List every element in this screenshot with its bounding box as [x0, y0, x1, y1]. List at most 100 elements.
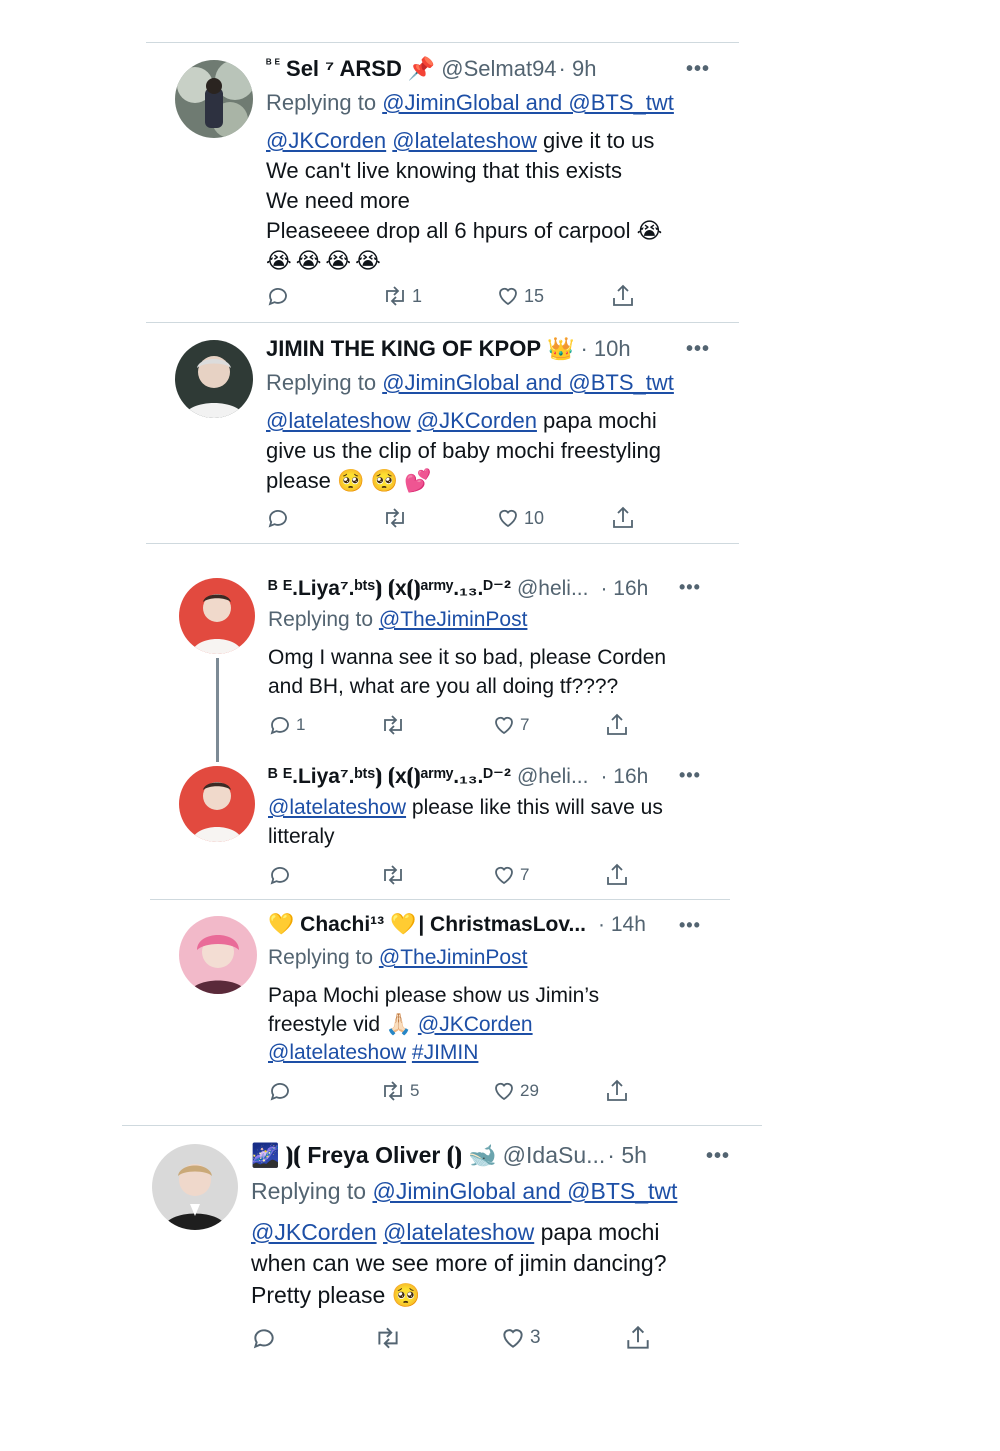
- share-button[interactable]: [610, 505, 636, 531]
- like-button[interactable]: 7: [492, 713, 529, 737]
- reply-button[interactable]: [268, 1079, 296, 1103]
- reply-icon: [268, 288, 287, 306]
- whale-icon: 🐋: [468, 1142, 497, 1168]
- more-icon[interactable]: •••: [679, 577, 701, 598]
- avatar[interactable]: [175, 60, 253, 138]
- more-icon[interactable]: •••: [679, 915, 701, 936]
- mention-link[interactable]: @latelateshow: [266, 408, 411, 433]
- retweet-button[interactable]: [374, 1325, 406, 1351]
- more-icon[interactable]: •••: [679, 765, 701, 786]
- mention-link[interactable]: @JKCorden: [266, 128, 386, 153]
- reply-targets-link[interactable]: @JiminGlobal and @BTS_twt: [372, 1178, 677, 1204]
- tweet-text: @JKCorden @latelateshow papa mochi when …: [251, 1217, 667, 1311]
- handle[interactable]: @IdaSu...: [503, 1142, 606, 1169]
- text-line: please like this will save us: [406, 796, 663, 819]
- handle[interactable]: @Selmat94: [441, 56, 556, 82]
- retweet-count: 5: [410, 1081, 420, 1100]
- retweet-icon: [386, 508, 404, 528]
- timestamp[interactable]: · 5h: [607, 1142, 647, 1169]
- retweet-button[interactable]: 5: [380, 1079, 419, 1103]
- mention-link[interactable]: @latelateshow: [392, 128, 537, 153]
- text-line: litteraly: [268, 824, 335, 848]
- share-icon: [607, 863, 627, 885]
- like-icon: [499, 287, 517, 306]
- display-name[interactable]: ⦘⦗ Freya Oliver ⦗⦘: [286, 1142, 462, 1169]
- text-line: papa mochi: [536, 408, 657, 433]
- share-button[interactable]: [624, 1324, 652, 1352]
- like-count: 3: [530, 1327, 541, 1348]
- tweet-text: Papa Mochi please show us Jimin’s freest…: [268, 982, 599, 1068]
- reply-button[interactable]: [268, 863, 296, 887]
- text-line: Pretty please: [251, 1281, 386, 1308]
- like-button[interactable]: 15: [496, 284, 544, 308]
- mention-link[interactable]: @latelateshow: [383, 1219, 534, 1245]
- hashtag-link[interactable]: #JIMIN: [412, 1041, 479, 1064]
- more-icon[interactable]: •••: [686, 338, 710, 361]
- divider: [122, 1125, 762, 1126]
- share-button[interactable]: [604, 862, 630, 888]
- reply-targets-link[interactable]: @JiminGlobal and @BTS_twt: [382, 370, 674, 395]
- avatar[interactable]: [175, 340, 253, 418]
- more-icon[interactable]: •••: [706, 1145, 730, 1168]
- retweet-button[interactable]: [380, 713, 410, 737]
- reply-targets-link[interactable]: @TheJiminPost: [379, 946, 528, 969]
- timestamp[interactable]: · 9h: [559, 56, 597, 82]
- like-button[interactable]: 3: [500, 1325, 541, 1351]
- tweet-text: @latelateshow @JKCorden papa mochi give …: [266, 406, 661, 496]
- text-line: please: [266, 467, 331, 493]
- like-icon: [499, 509, 517, 528]
- reply-button[interactable]: [266, 506, 294, 530]
- display-name[interactable]: ᴮ ᴱ.Liya⁷.ᵇᵗˢ⦘ ⦗x⦗⦘ᵃʳᵐʸ.₁₃.ᴰ⁻²: [268, 764, 511, 789]
- tweet-text: @JKCorden @latelateshow give it to us We…: [266, 126, 662, 276]
- handle[interactable]: @heli...: [517, 577, 589, 601]
- display-name[interactable]: ᴮ ᴱ Sel ⁷ ARSD: [266, 56, 402, 82]
- reply-targets-link[interactable]: @TheJiminPost: [379, 608, 528, 631]
- text-line: give it to us: [536, 128, 655, 153]
- text-line: Omg I wanna see it so bad, please Corden: [268, 646, 667, 669]
- mention-link[interactable]: @JKCorden: [417, 408, 537, 433]
- retweet-icon: [384, 715, 402, 735]
- reply-button[interactable]: [251, 1325, 281, 1351]
- reply-button[interactable]: 1: [268, 713, 305, 737]
- like-count: 7: [520, 715, 530, 734]
- handle[interactable]: @heli...: [517, 765, 589, 789]
- retweet-button[interactable]: 1: [382, 284, 422, 308]
- reply-button[interactable]: [266, 284, 294, 308]
- folded-hands-icon: 🙏🏻: [385, 1012, 413, 1036]
- timestamp[interactable]: · 16h: [600, 577, 648, 601]
- display-name-rest[interactable]: | ChristmasLov...: [418, 913, 586, 937]
- avatar[interactable]: [179, 766, 255, 842]
- reply-prefix: Replying to: [268, 608, 374, 631]
- avatar[interactable]: [179, 578, 255, 654]
- like-icon: [495, 866, 513, 885]
- pleading-emoji-icon: 🥺 🥺 💕: [336, 467, 432, 493]
- reply-prefix: Replying to: [266, 90, 377, 115]
- avatar[interactable]: [152, 1144, 238, 1230]
- text-line: papa mochi: [534, 1219, 660, 1245]
- timestamp[interactable]: · 14h: [598, 913, 646, 937]
- avatar[interactable]: [179, 916, 257, 994]
- timestamp[interactable]: · 16h: [600, 765, 648, 789]
- like-count: 7: [520, 865, 530, 884]
- like-button[interactable]: 7: [492, 863, 529, 887]
- more-icon[interactable]: •••: [686, 58, 710, 81]
- reply-icon: [270, 717, 289, 735]
- display-name[interactable]: ᴮ ᴱ.Liya⁷.ᵇᵗˢ⦘ ⦗x⦗⦘ᵃʳᵐʸ.₁₃.ᴰ⁻²: [268, 576, 511, 601]
- display-name[interactable]: Chachi¹³: [300, 913, 384, 937]
- mention-link[interactable]: @latelateshow: [268, 796, 406, 819]
- share-button[interactable]: [610, 283, 636, 309]
- mention-link[interactable]: @latelateshow: [268, 1041, 406, 1064]
- share-button[interactable]: [604, 712, 630, 738]
- divider: [146, 322, 739, 323]
- mention-link[interactable]: @JKCorden: [418, 1013, 533, 1036]
- retweet-icon: [384, 1081, 402, 1101]
- retweet-button[interactable]: [380, 863, 410, 887]
- mention-link[interactable]: @JKCorden: [251, 1219, 377, 1245]
- reply-targets-link[interactable]: @JiminGlobal and @BTS_twt: [382, 90, 674, 115]
- retweet-button[interactable]: [382, 506, 412, 530]
- timestamp[interactable]: · 10h: [580, 336, 630, 362]
- like-button[interactable]: 10: [496, 506, 544, 530]
- like-button[interactable]: 29: [492, 1079, 539, 1103]
- display-name[interactable]: JIMIN THE KING OF KPOP: [266, 336, 541, 362]
- share-button[interactable]: [604, 1078, 630, 1104]
